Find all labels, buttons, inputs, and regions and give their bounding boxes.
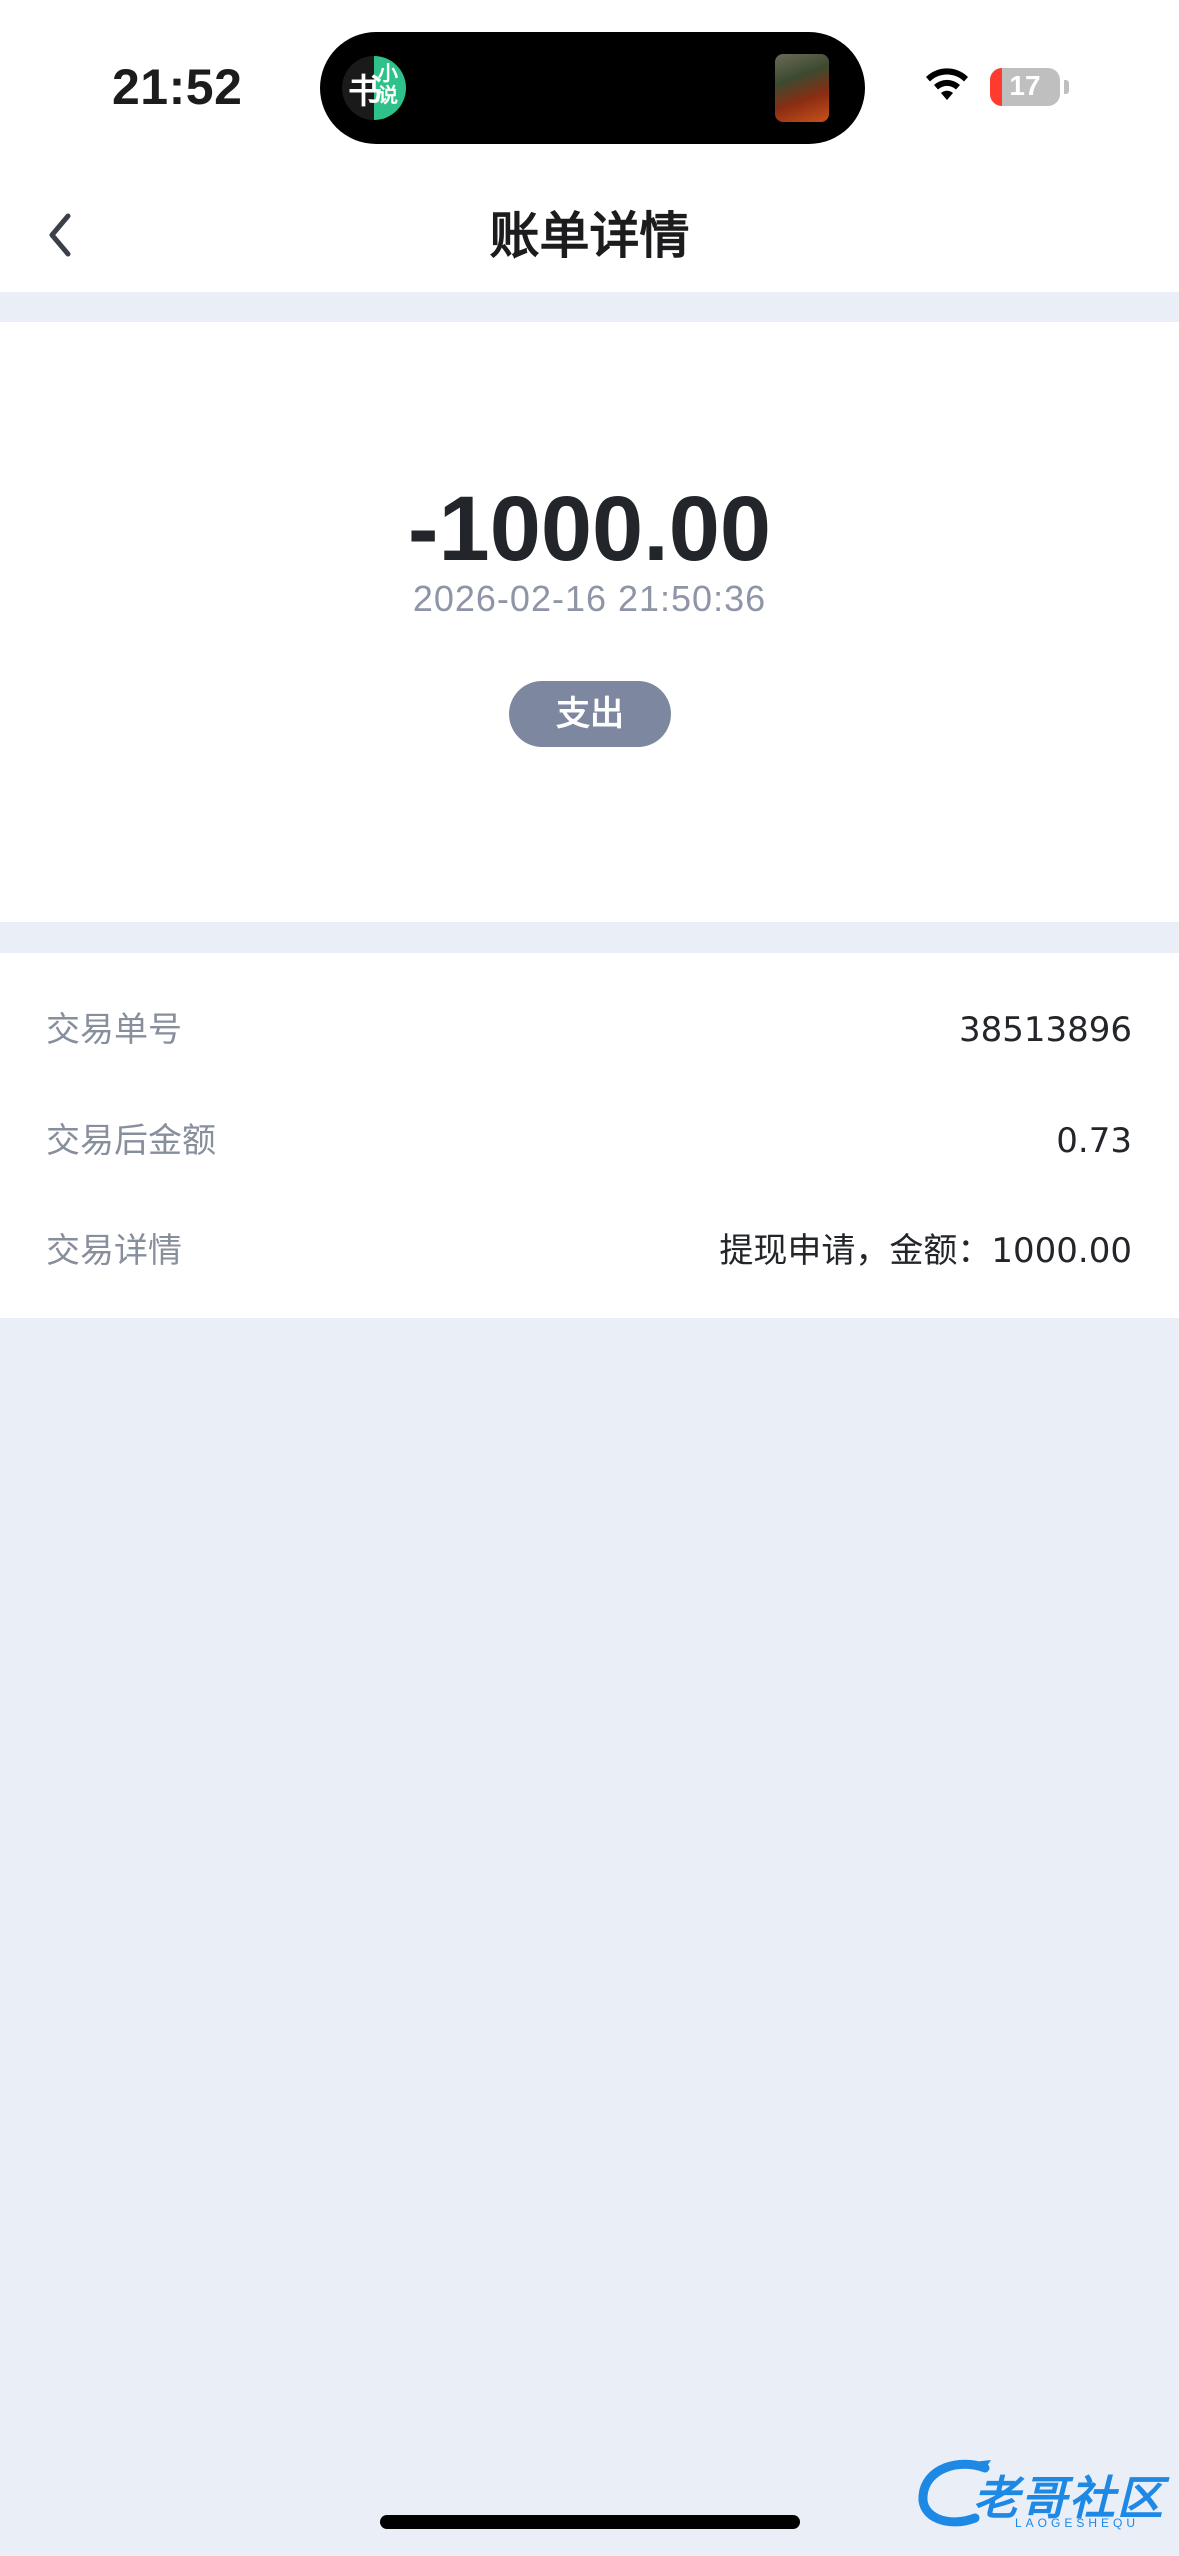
- battery-icon: 17: [990, 68, 1060, 106]
- now-playing-artwork[interactable]: [775, 54, 829, 122]
- home-indicator[interactable]: [380, 2515, 800, 2529]
- detail-row-transaction-id: 交易单号 38513896: [0, 1000, 1179, 1060]
- nav-bar: 账单详情: [0, 170, 1179, 292]
- detail-label: 交易单号: [46, 1010, 182, 1050]
- detail-label: 交易后金额: [46, 1121, 216, 1161]
- detail-value: 0.73: [1056, 1121, 1132, 1161]
- watermark-subtext: LAOGESHEQU: [1015, 2516, 1140, 2530]
- app-icon-glyph-large: 书: [348, 72, 382, 112]
- wifi-icon: [926, 68, 968, 100]
- detail-row-transaction-description: 交易详情 提现申请，金额：1000.00: [0, 1221, 1179, 1281]
- transaction-details-card: 交易单号 38513896 交易后金额 0.73 交易详情 提现申请，金额：10…: [0, 953, 1179, 1318]
- status-bar: 21:52 书 小说 17: [0, 0, 1179, 170]
- detail-value: 38513896: [958, 1010, 1132, 1050]
- page-title: 账单详情: [489, 207, 690, 265]
- transaction-summary-card: -1000.00 2026-02-16 21:50:36 支出: [0, 322, 1179, 922]
- dynamic-island[interactable]: 书 小说: [320, 32, 865, 144]
- detail-row-balance-after: 交易后金额 0.73: [0, 1111, 1179, 1171]
- transaction-type-badge: 支出: [509, 681, 671, 747]
- battery-tip: [1064, 80, 1069, 94]
- battery-percentage: 17: [1009, 70, 1041, 101]
- transaction-amount: -1000.00: [407, 478, 772, 580]
- watermark-logo: 老哥社区 LAOGESHEQU: [915, 2448, 1165, 2532]
- detail-value: 提现申请，金额：1000.00: [719, 1231, 1132, 1271]
- app-icon-glyph-small: 小说: [378, 61, 398, 107]
- novel-app-icon[interactable]: 书 小说: [342, 56, 406, 120]
- transaction-datetime: 2026-02-16 21:50:36: [412, 578, 767, 619]
- status-time: 21:52: [112, 59, 243, 115]
- detail-label: 交易详情: [46, 1231, 182, 1271]
